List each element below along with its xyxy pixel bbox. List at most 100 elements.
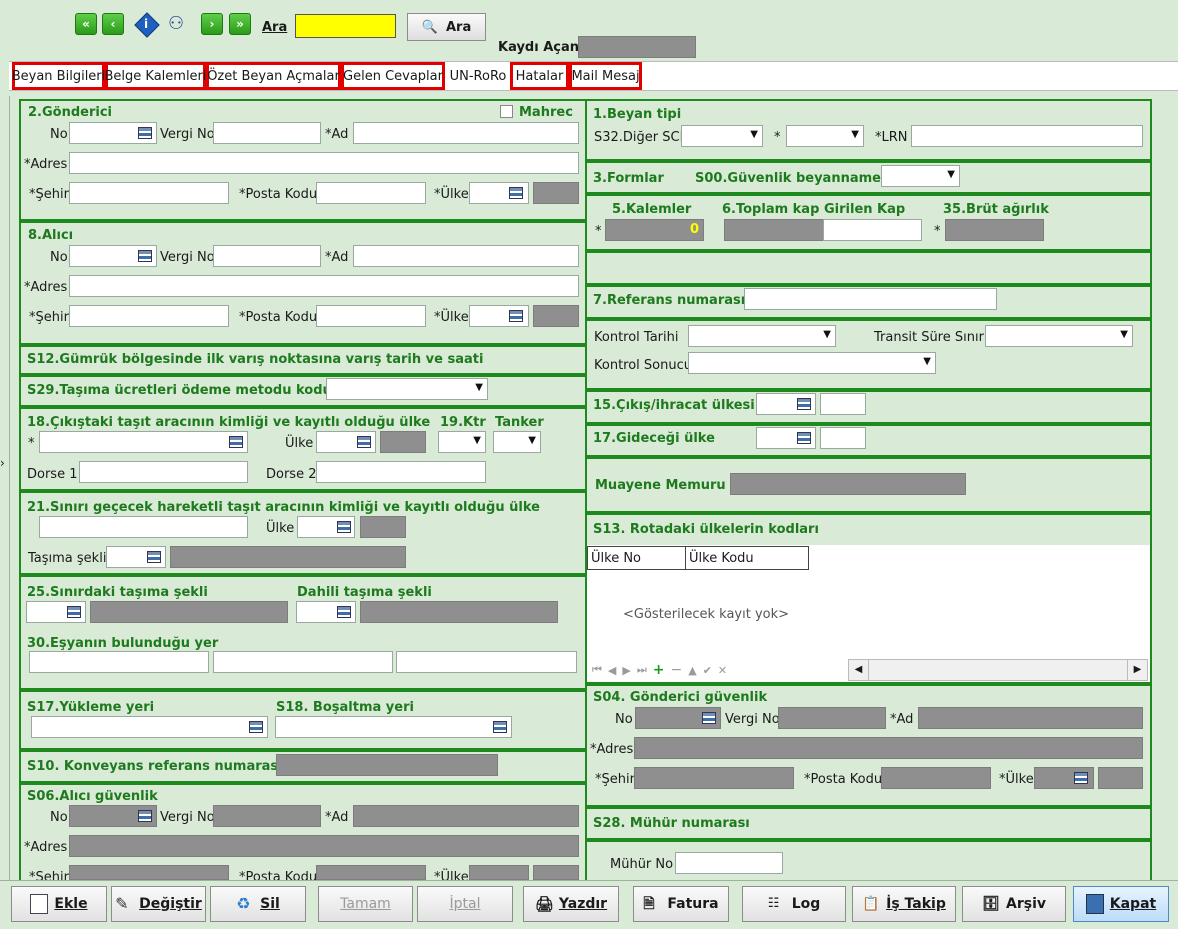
alici-no-picker-icon[interactable] [135, 246, 155, 266]
kapat-button[interactable]: Kapat [1073, 886, 1169, 922]
ekle-button[interactable]: Ekle [11, 886, 107, 922]
s30-input-1[interactable] [29, 651, 209, 673]
iptal-button[interactable]: İptal [417, 886, 513, 922]
s04-ulke-label: *Ülke [999, 772, 1034, 787]
gonderici-adres-input[interactable] [69, 152, 579, 174]
nav-post-icon[interactable]: ✔ [703, 664, 712, 677]
muayene-title: Muayene Memuru [595, 478, 726, 493]
s18-ulke-picker-icon[interactable] [354, 432, 374, 452]
nav-up-icon[interactable]: ▲ [688, 664, 696, 677]
alici-adres-label: *Adres [24, 280, 68, 295]
yukleme-input[interactable] [31, 716, 268, 738]
s25-name [90, 601, 288, 623]
referans-input[interactable] [744, 288, 997, 310]
s04-sehir-value [634, 767, 794, 789]
kontrol-sonucu-dropdown[interactable] [688, 352, 936, 374]
left-collapse-icon[interactable]: › [0, 456, 5, 470]
s32-second-dropdown[interactable] [786, 125, 864, 147]
tab-hatalar[interactable]: Hatalar [510, 62, 569, 90]
ktr-dropdown[interactable] [438, 431, 486, 453]
mahrec-checkbox[interactable] [500, 105, 513, 118]
cikis-picker-icon[interactable] [794, 394, 814, 414]
degistir-button[interactable]: ✎ Değiştir [111, 886, 206, 922]
tab-un-roro[interactable]: UN-RoRo [447, 62, 509, 90]
kontrol-tarihi-dropdown[interactable] [688, 325, 836, 347]
muhur-no-input[interactable] [675, 852, 783, 874]
s21-tasima-picker-icon[interactable] [144, 547, 164, 567]
nav-delete-icon[interactable]: − [670, 662, 682, 678]
s30-input-3[interactable] [396, 651, 577, 673]
yazdir-button[interactable]: 🖨 Yazdır [523, 886, 619, 922]
next-record-button[interactable]: › [201, 13, 223, 35]
log-button[interactable]: ☷ Log [742, 886, 846, 922]
previous-record-button[interactable]: ‹ [102, 13, 124, 35]
dorse1-input[interactable] [79, 461, 248, 483]
search-button[interactable]: 🔍 Ara [407, 13, 486, 41]
s13-hscrollbar[interactable]: ◀ ▶ [848, 659, 1148, 681]
nav-next-icon[interactable]: ▶ [622, 664, 630, 677]
s21-vehicle-input[interactable] [39, 516, 248, 538]
s18-vehicle-input[interactable] [39, 431, 248, 453]
transit-dropdown[interactable] [985, 325, 1133, 347]
s18-vehicle-picker-icon[interactable] [226, 432, 246, 452]
nav-last-icon[interactable]: ⏭ [637, 663, 647, 677]
tab-mail-mesaj[interactable]: Mail Mesaj [569, 62, 642, 90]
girilen-kap-input[interactable] [823, 219, 922, 241]
nav-add-icon[interactable]: + [653, 662, 665, 678]
gonderici-posta-input[interactable] [316, 182, 426, 204]
fatura-button[interactable]: 🗎 Fatura [633, 886, 729, 922]
is-takip-button[interactable]: 📋 İş Takip [852, 886, 956, 922]
s25-picker-icon[interactable] [64, 602, 84, 622]
s06-no-picker-icon[interactable] [135, 806, 155, 826]
gonderici-sehir-input[interactable] [69, 182, 229, 204]
yukleme-picker-icon[interactable] [246, 717, 266, 737]
s00-dropdown[interactable] [881, 165, 960, 187]
info-icon[interactable]: i [134, 12, 160, 38]
s29-dropdown[interactable] [326, 378, 488, 400]
tab-gelen-cevaplar[interactable]: Gelen Cevaplar [341, 62, 445, 90]
first-record-button[interactable]: « [75, 13, 97, 35]
gonderici-sehir-label: *Şehir [29, 187, 69, 202]
s13-header-ulke-kodu[interactable]: Ülke Kodu [685, 546, 809, 570]
s32-dropdown[interactable] [681, 125, 763, 147]
s06-ad-label: *Ad [325, 810, 349, 825]
tamam-button[interactable]: Tamam [318, 886, 413, 922]
nav-prev-icon[interactable]: ◀ [608, 664, 616, 677]
scroll-right-icon[interactable]: ▶ [1127, 660, 1147, 680]
gidecegi-picker-icon[interactable] [794, 428, 814, 448]
bosaltma-input[interactable] [275, 716, 512, 738]
gonderici-ad-input[interactable] [353, 122, 579, 144]
gonderici-vergi-input[interactable] [213, 122, 321, 144]
sil-button[interactable]: ♻ Sil [210, 886, 306, 922]
alici-posta-input[interactable] [316, 305, 426, 327]
scroll-left-icon[interactable]: ◀ [849, 660, 869, 680]
alici-vergi-input[interactable] [213, 245, 321, 267]
last-record-button[interactable]: » [229, 13, 251, 35]
users-icon[interactable]: ⚇ [168, 13, 192, 37]
alici-ad-input[interactable] [353, 245, 579, 267]
s04-ulke-picker-icon[interactable] [1071, 768, 1091, 788]
s21-ulke-picker-icon[interactable] [334, 517, 354, 537]
kaydi-acan-label: Kaydı Açan [498, 40, 580, 55]
bosaltma-picker-icon[interactable] [490, 717, 510, 737]
gonderici-ulke-picker-icon[interactable] [506, 183, 526, 203]
s13-header-ulke-no[interactable]: Ülke No [587, 546, 685, 570]
task-tracking-icon: 📋 [862, 896, 880, 912]
dorse2-input[interactable] [316, 461, 486, 483]
dahili-picker-icon[interactable] [334, 602, 354, 622]
search-input[interactable] [295, 14, 396, 38]
lrn-input[interactable] [911, 125, 1143, 147]
alici-ulke-picker-icon[interactable] [506, 306, 526, 326]
tab-ozet-beyan[interactable]: Özet Beyan Açmalar [206, 62, 341, 90]
gonderici-no-picker-icon[interactable] [135, 123, 155, 143]
tanker-dropdown[interactable] [493, 431, 541, 453]
arsiv-button[interactable]: 🗄 Arşiv [962, 886, 1066, 922]
alici-adres-input[interactable] [69, 275, 579, 297]
s04-no-picker-icon[interactable] [699, 708, 719, 728]
tab-beyan-bilgileri[interactable]: Beyan Bilgileri [12, 62, 105, 90]
tab-belge-kalemleri[interactable]: Belge Kalemleri [105, 62, 207, 90]
alici-sehir-input[interactable] [69, 305, 229, 327]
nav-first-icon[interactable]: ⏮ [592, 663, 602, 677]
s30-input-2[interactable] [213, 651, 393, 673]
nav-cancel-icon[interactable]: ✕ [718, 664, 727, 677]
